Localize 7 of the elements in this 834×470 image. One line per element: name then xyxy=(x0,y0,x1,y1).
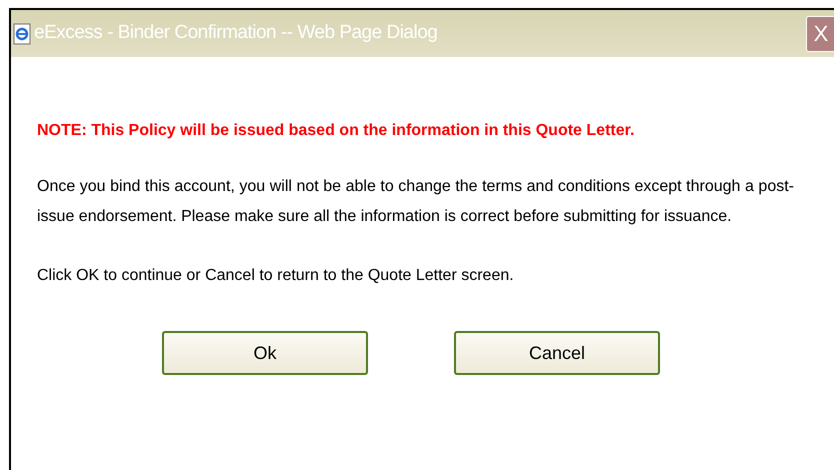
note-text: NOTE: This Policy will be issued based on the information in this Quote Letter. xyxy=(37,121,636,141)
window-title: eExcess - Binder Confirmation -- Web Page Dialog xyxy=(34,21,438,46)
message-text: Once you bind this account, you will not be able to change the terms and conditions except through a post-issue endorsement. Please make sure all the information is correct before submitting for issuance. xyxy=(37,177,794,227)
cancel-button[interactable]: Cancel xyxy=(454,331,660,375)
ok-button[interactable]: Ok xyxy=(162,331,368,375)
message-text: Click OK to continue or Cancel to return to the Quote Letter screen. xyxy=(37,266,515,286)
browser-icon xyxy=(13,22,31,44)
